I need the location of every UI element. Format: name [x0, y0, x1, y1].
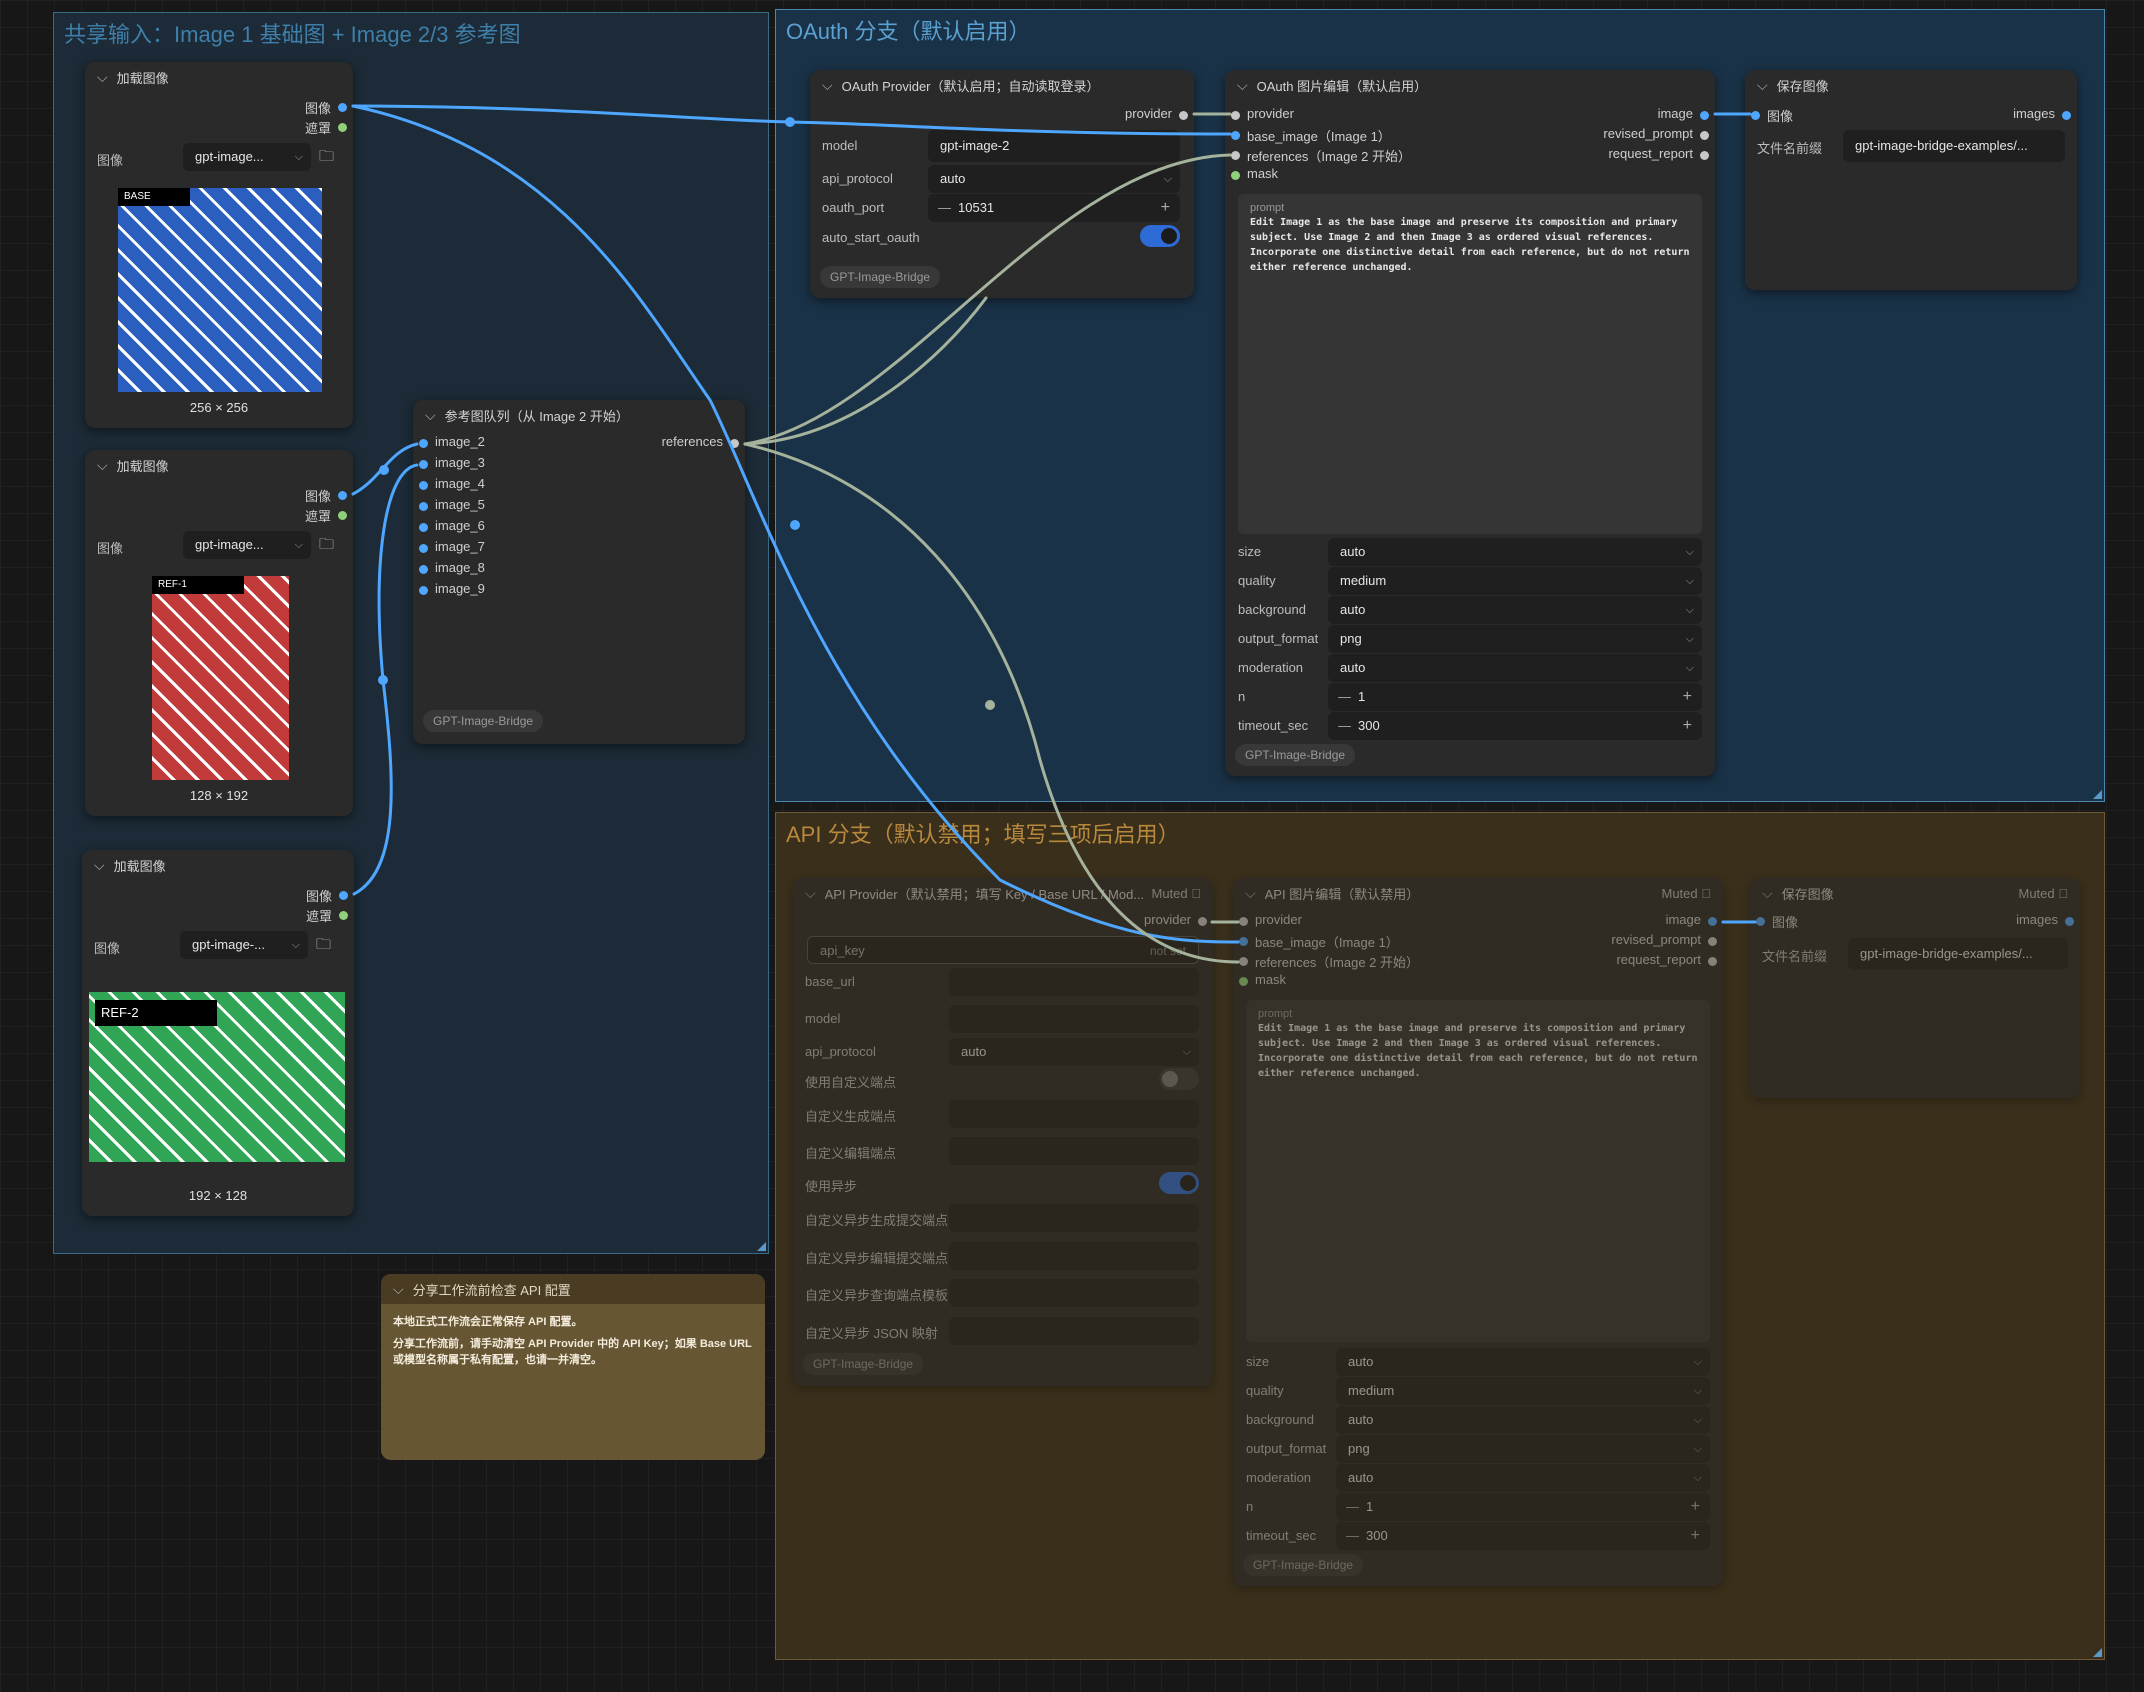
wire-reroute-dot — [985, 700, 995, 710]
wire-reroute-dot — [790, 520, 800, 530]
wire-reroute-dot — [379, 465, 389, 475]
wire-reroute-dot — [785, 117, 795, 127]
wire-queue-references-to-oauth-edit — [743, 153, 1232, 446]
wire-provider-node-extra — [743, 296, 988, 446]
connection-wires — [351, 104, 1757, 964]
wire-reroute-dot — [378, 675, 388, 685]
